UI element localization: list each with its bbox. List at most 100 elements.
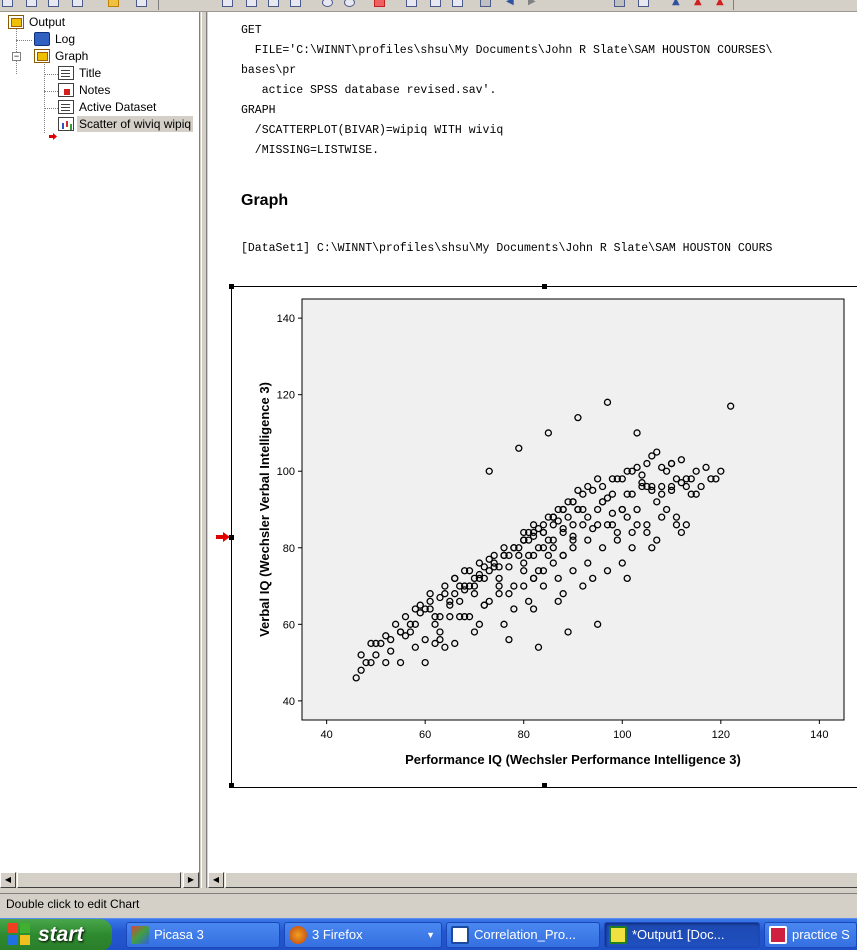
scroll-thumb[interactable] — [225, 872, 857, 888]
scroll-right-arrow-icon[interactable]: ▶ — [183, 872, 199, 888]
designate-window-icon[interactable]: ▲ — [716, 0, 724, 7]
insert-heading-icon[interactable] — [406, 0, 417, 7]
status-text: Double click to edit Chart — [6, 897, 140, 911]
taskbar-button-output[interactable]: *Output1 [Doc... — [604, 922, 760, 948]
syntax-line: GRAPH — [241, 104, 276, 117]
tree-item-active-dataset[interactable]: Active Dataset — [58, 99, 158, 115]
output-book-icon — [8, 15, 24, 29]
chevron-down-icon: ▼ — [426, 930, 435, 940]
y-tick-label: 80 — [283, 543, 295, 555]
y-tick-label: 100 — [277, 466, 295, 478]
chart-builder-icon[interactable] — [290, 0, 301, 7]
print-icon[interactable] — [48, 0, 59, 7]
recall-dialog-icon[interactable] — [136, 0, 147, 7]
goto-case-icon[interactable] — [246, 0, 257, 7]
status-bar: Double click to edit Chart — [0, 893, 857, 915]
x-tick-label: 120 — [712, 729, 730, 741]
graph-book-icon — [34, 49, 50, 63]
tree-item-output[interactable]: Output — [8, 14, 67, 30]
tree-horizontal-scrollbar[interactable]: ◀ ▶ — [0, 871, 199, 888]
contents-horizontal-scrollbar[interactable]: ◀ — [208, 871, 857, 888]
task-label: Picasa 3 — [154, 927, 204, 942]
tree-item-label: Output — [29, 15, 66, 29]
plot-area — [301, 298, 845, 721]
toolbar: ◀ ▶ ▲ ▲ ▲ — [0, 0, 857, 12]
scroll-left-arrow-icon[interactable]: ◀ — [208, 872, 224, 888]
windows-taskbar: start Picasa 3 3 Firefox ▼ Correlation_P… — [0, 918, 857, 950]
use-sets-icon[interactable] — [344, 0, 355, 7]
tree-item-log[interactable]: Log — [34, 31, 77, 47]
demote-arrow-icon[interactable]: ▶ — [528, 0, 536, 7]
taskbar-button-word[interactable]: Correlation_Pro... — [446, 922, 600, 948]
tree-connector — [16, 40, 32, 41]
start-label: start — [38, 923, 84, 946]
graph-heading: Graph — [241, 192, 289, 209]
syntax-line: /MISSING=LISTWISE. — [241, 144, 380, 157]
task-label: 3 Firefox — [312, 927, 363, 942]
current-item-arrow-icon — [49, 133, 57, 140]
task-label: *Output1 [Doc... — [632, 927, 725, 942]
collapse-toggle[interactable]: − — [12, 52, 21, 61]
insert-title-icon[interactable] — [430, 0, 441, 7]
tree-item-notes[interactable]: Notes — [58, 82, 112, 98]
syntax-line: FILE='C:\WINNT\profiles\shsu\My Document… — [241, 44, 773, 57]
task-label: practice S — [792, 927, 850, 942]
open-icon[interactable] — [2, 0, 13, 7]
show-all-icon[interactable] — [322, 0, 333, 7]
export-icon[interactable] — [108, 0, 119, 7]
scatter-chart-icon — [58, 117, 74, 131]
variables-icon[interactable] — [268, 0, 279, 7]
tree-item-graph[interactable]: Graph — [34, 48, 90, 64]
taskbar-button-firefox[interactable]: 3 Firefox ▼ — [284, 922, 442, 948]
title-doc-icon — [58, 66, 74, 80]
tree-item-label: Scatter of wiviq wipiq — [77, 116, 194, 132]
insert-text-icon[interactable] — [452, 0, 463, 7]
y-tick-label: 140 — [277, 313, 295, 325]
tree-connector — [44, 74, 58, 75]
picasa-icon — [131, 926, 149, 944]
scatter-chart-object[interactable]: 40 60 80 100 120 140 40 60 80 100 120 140 Performanc… — [229, 284, 857, 788]
y-tick-label: 120 — [277, 390, 295, 402]
insert-cases-icon[interactable] — [374, 0, 385, 7]
tree-item-label: Log — [55, 32, 76, 46]
x-tick-label: 40 — [321, 729, 333, 741]
dataset-doc-icon — [58, 100, 74, 114]
scatter-plot-svg: 40 60 80 100 120 140 40 60 80 100 120 140 Performanc… — [257, 298, 845, 767]
toolbar-separator — [158, 0, 159, 10]
tree-item-label: Notes — [79, 83, 111, 97]
firefox-icon — [289, 926, 307, 944]
outline-tree-pane: − Output Log Graph Title Notes Active Da… — [0, 12, 200, 888]
tree-item-title[interactable]: Title — [58, 65, 103, 81]
tree-item-scatter[interactable]: Scatter of wiviq wipiq — [58, 116, 194, 132]
tree-item-label: Title — [79, 66, 102, 80]
taskbar-button-spss-data[interactable]: practice S — [764, 922, 857, 948]
hide-icon[interactable]: ▲ — [694, 0, 702, 7]
save-icon[interactable] — [26, 0, 37, 7]
goto-data-icon[interactable] — [222, 0, 233, 7]
syntax-line: bases\pr — [241, 64, 297, 77]
start-button[interactable]: start — [0, 919, 112, 950]
show-hide-icon[interactable] — [480, 0, 491, 7]
word-icon — [451, 926, 469, 944]
taskbar-button-picasa[interactable]: Picasa 3 — [126, 922, 280, 948]
scroll-left-arrow-icon[interactable]: ◀ — [0, 872, 16, 888]
log-icon — [34, 32, 50, 46]
spss-viewer-window: ◀ ▶ ▲ ▲ ▲ − Output Log Graph Title Notes… — [0, 0, 857, 950]
syntax-line: /SCATTERPLOT(BIVAR)=wipiq WITH wiviq — [241, 124, 504, 137]
windows-logo-icon — [8, 923, 32, 947]
collapse-icon[interactable] — [638, 0, 649, 7]
x-tick-label: 140 — [810, 729, 828, 741]
dataset-path-line: [DataSet1] C:\WINNT\profiles\shsu\My Doc… — [241, 242, 773, 255]
print-preview-icon[interactable] — [72, 0, 83, 7]
scroll-thumb[interactable] — [17, 872, 181, 888]
expand-icon[interactable] — [614, 0, 625, 7]
y-axis-label: Verbal IQ (Wechsler Verbal Intelligence … — [257, 382, 272, 637]
notes-icon — [58, 83, 74, 97]
show-icon[interactable]: ▲ — [672, 0, 680, 7]
pane-splitter[interactable] — [201, 12, 207, 888]
task-label: Correlation_Pro... — [474, 927, 576, 942]
tree-connector — [44, 108, 58, 109]
output-contents-pane: GET FILE='C:\WINNT\profiles\shsu\My Docu… — [208, 12, 857, 888]
promote-arrow-icon[interactable]: ◀ — [506, 0, 514, 7]
toolbar-separator — [733, 0, 734, 10]
